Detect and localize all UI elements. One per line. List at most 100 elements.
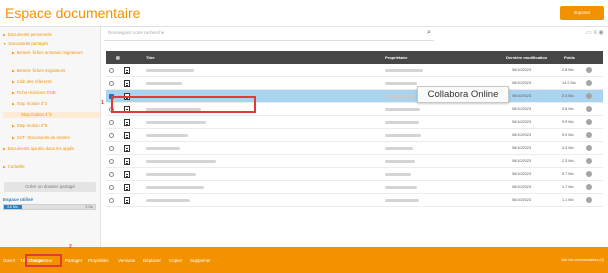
- caret-down-icon: ▼: [3, 42, 7, 46]
- file-icon: [124, 184, 130, 191]
- row-weight: 5.7 Mo: [562, 172, 574, 176]
- create-shared-folder-button[interactable]: Créer un dossier partagé: [4, 182, 96, 192]
- owner-name-blurred: [385, 69, 423, 72]
- step-marker-2: 2: [69, 244, 72, 250]
- sidebar-item-app-docs[interactable]: ▶ Documents ajoutés dans les applis: [3, 146, 93, 153]
- row-options-icon[interactable]: [586, 119, 592, 125]
- owner-name-blurred: [385, 147, 413, 150]
- app-header: Espace documentaire Importer: [0, 0, 608, 27]
- caret-right-icon: ▶: [3, 33, 6, 37]
- select-all-icon[interactable]: ▤: [116, 51, 120, 64]
- row-weight: 2.8 Mo: [562, 68, 574, 72]
- action-versions[interactable]: Versions: [118, 258, 135, 263]
- list-view-icon[interactable]: ≡: [593, 30, 597, 36]
- row-options-icon[interactable]: [586, 145, 592, 151]
- owner-name-blurred: [385, 199, 419, 202]
- search-icon[interactable]: ⌕: [427, 29, 431, 37]
- view-comments-link[interactable]: Voir les commentaires (0): [561, 258, 604, 262]
- sidebar-item-folder[interactable]: ▶ Club des référents: [12, 79, 52, 86]
- row-options-icon[interactable]: [586, 106, 592, 112]
- column-weight[interactable]: Poids: [564, 51, 575, 64]
- file-icon: [124, 158, 130, 165]
- search-input[interactable]: Renseignez votre recherche: [108, 30, 164, 35]
- action-share[interactable]: Partager: [65, 258, 82, 263]
- file-name-blurred: [146, 186, 204, 189]
- sidebar-item-folder[interactable]: ▶ 6eme6- fiches migrateurs: [12, 68, 65, 75]
- highlight-selected-file: [111, 96, 256, 113]
- row-checkbox[interactable]: [109, 68, 114, 73]
- sidebar-item-label: Stop motion 4°4: [21, 112, 52, 117]
- row-checkbox[interactable]: [109, 172, 114, 177]
- table-row[interactable]: 06/10/2023 4.3 Mo: [106, 142, 603, 155]
- row-options-icon[interactable]: [586, 197, 592, 203]
- sidebar-item-label: SVT- Documents de rentrée: [16, 135, 70, 140]
- owner-name-blurred: [385, 95, 415, 98]
- row-checkbox[interactable]: [109, 146, 114, 151]
- import-button[interactable]: Importer: [560, 6, 604, 20]
- collabora-tooltip: Collabora Online: [417, 86, 509, 103]
- action-delete[interactable]: Supprimer: [190, 258, 211, 263]
- caret-right-icon: ▶: [12, 102, 15, 106]
- row-options-icon[interactable]: [586, 80, 592, 86]
- action-open[interactable]: Ouvrir: [3, 258, 15, 263]
- table-row[interactable]: 06/10/2023 5.7 Mo: [106, 168, 603, 181]
- search-bar[interactable]: Renseignez votre recherche ⌕: [104, 27, 434, 41]
- owner-name-blurred: [385, 160, 415, 163]
- action-properties[interactable]: Propriétés: [88, 258, 109, 263]
- row-checkbox[interactable]: [109, 120, 114, 125]
- row-modified: 06/10/2023: [512, 198, 532, 202]
- view-toggle[interactable]: ▭ ≡ ◉: [586, 29, 604, 36]
- owner-name-blurred: [385, 186, 417, 189]
- sidebar-item-label: Stop motion 4°8: [16, 123, 48, 128]
- column-owner[interactable]: Propriétaire: [385, 51, 407, 64]
- table-row[interactable]: 06/10/2023 5.9 Mo: [106, 129, 603, 142]
- row-modified: 06/10/2023: [512, 146, 532, 150]
- sidebar-item-shared-docs[interactable]: ▼ Documents partagés: [3, 41, 48, 48]
- sidebar-item-folder[interactable]: ▶ Stop motion 4°8: [12, 123, 47, 130]
- row-options-icon[interactable]: [586, 184, 592, 190]
- step-marker-1: 1: [101, 100, 104, 106]
- sidebar-item-personal-docs[interactable]: ▶ Documents personnels: [3, 32, 52, 39]
- table-row[interactable]: 06/10/2023 1.1 Mo: [106, 194, 603, 207]
- grid-view-icon[interactable]: ▭: [586, 30, 592, 36]
- sidebar-item-folder-selected[interactable]: Stop motion 4°4: [3, 112, 100, 118]
- caret-right-icon: ▶: [12, 124, 15, 128]
- file-name-blurred: [146, 147, 180, 150]
- caret-right-icon: ▶: [12, 69, 15, 73]
- sidebar-item-folder[interactable]: ▶ Stop motion 4°2: [12, 101, 47, 108]
- sidebar-item-label: Club des référents: [16, 79, 52, 84]
- row-checkbox[interactable]: [109, 198, 114, 203]
- action-move[interactable]: Déplacer: [143, 258, 161, 263]
- column-title[interactable]: Titre: [146, 51, 155, 64]
- row-options-icon[interactable]: [586, 132, 592, 138]
- action-copy[interactable]: Copier: [169, 258, 182, 263]
- row-weight: 1.7 Mo: [562, 185, 574, 189]
- row-options-icon[interactable]: [586, 93, 592, 99]
- row-options-icon[interactable]: [586, 171, 592, 177]
- table-row[interactable]: 06/10/2023 1.7 Mo: [106, 181, 603, 194]
- row-checkbox[interactable]: [109, 81, 114, 86]
- eye-icon[interactable]: ◉: [599, 30, 604, 36]
- sidebar-item-folder[interactable]: ▶ SVT- Documents de rentrée: [12, 135, 70, 142]
- table-row[interactable]: 06/10/2023 2.8 Mo: [106, 64, 603, 77]
- row-options-icon[interactable]: [586, 67, 592, 73]
- row-options-icon[interactable]: [586, 158, 592, 164]
- file-icon: [124, 132, 130, 139]
- sidebar-item-trash[interactable]: ▶ Corbeille: [3, 164, 25, 171]
- action-bar: Ouvrir Télécharger Commenter Partager Pr…: [0, 247, 608, 273]
- space-used-value: 3.6 Mo: [7, 205, 18, 209]
- file-name-blurred: [146, 82, 182, 85]
- row-checkbox[interactable]: [109, 133, 114, 138]
- file-list-panel: Renseignez votre recherche ⌕ ▭ ≡ ◉ ▤ Tit…: [101, 27, 608, 247]
- owner-name-blurred: [385, 121, 419, 124]
- file-name-blurred: [146, 199, 190, 202]
- file-name-blurred: [146, 121, 206, 124]
- table-row[interactable]: 06/10/2023 2.3 Mo: [106, 155, 603, 168]
- table-row[interactable]: 06/10/2023 14.2 Mo: [106, 77, 603, 90]
- table-row[interactable]: 06/10/2023 9.9 Mo: [106, 116, 603, 129]
- row-checkbox[interactable]: [109, 159, 114, 164]
- sidebar-item-folder[interactable]: ▶ Fiche révisions DNB: [12, 90, 56, 97]
- row-checkbox[interactable]: [109, 185, 114, 190]
- sidebar-item-folder[interactable]: ▶ 6eme6- fiches animaux migrateurs: [12, 50, 92, 57]
- column-modified[interactable]: Dernière modification: [506, 51, 547, 64]
